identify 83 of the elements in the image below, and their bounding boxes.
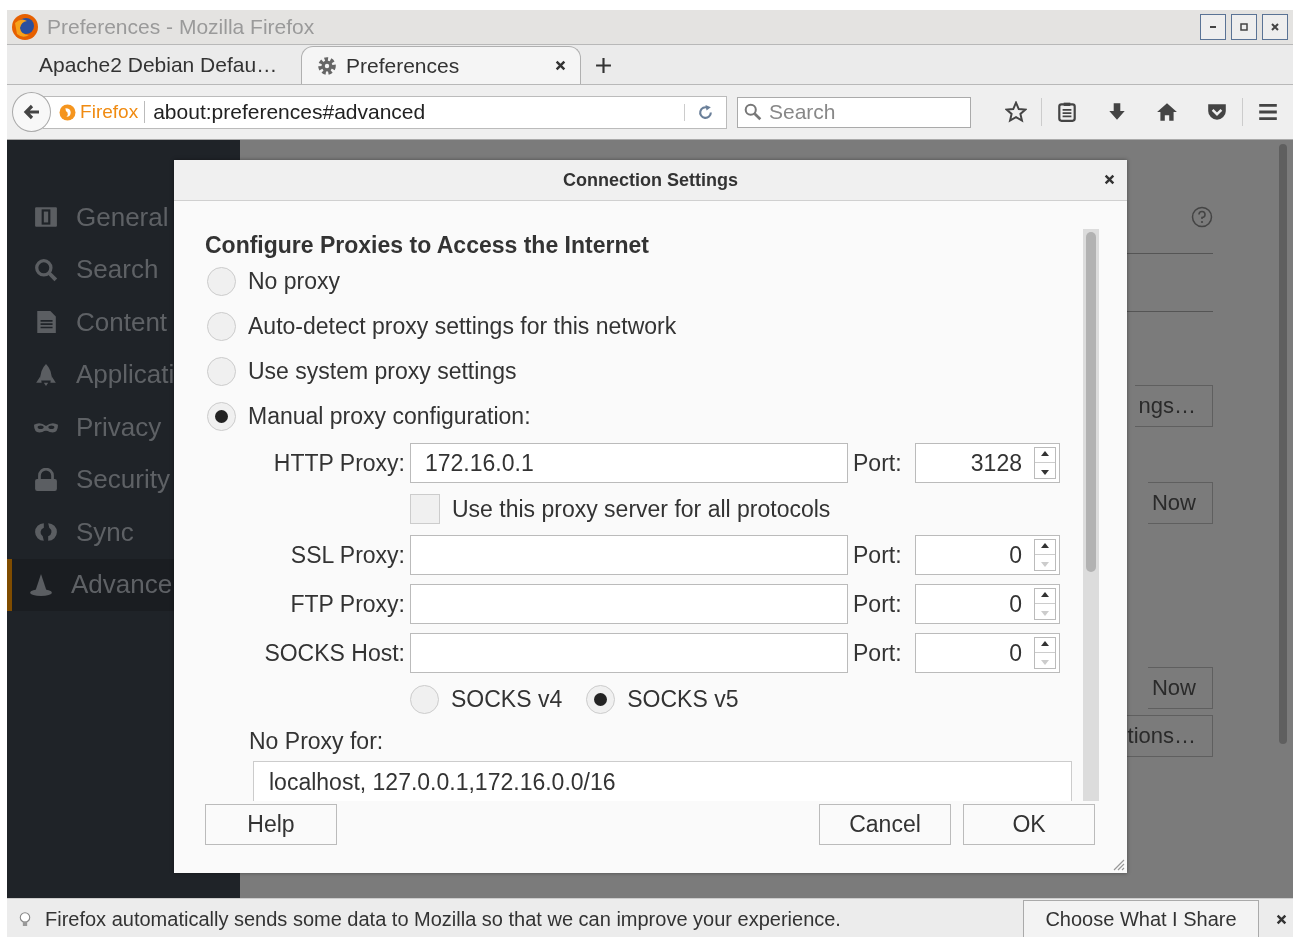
scrollbar-thumb[interactable] xyxy=(1086,232,1096,572)
choose-share-button[interactable]: Choose What I Share xyxy=(1023,899,1259,937)
help-button[interactable]: Help xyxy=(205,804,337,845)
port-spin-field[interactable]: 0 xyxy=(915,535,1060,575)
radio-button[interactable] xyxy=(207,267,236,296)
section-heading: Configure Proxies to Access the Internet xyxy=(205,231,650,259)
proxy-input-field[interactable] xyxy=(410,584,848,624)
menu-icon[interactable] xyxy=(1257,101,1279,123)
radio-button[interactable] xyxy=(207,312,236,341)
gear-icon xyxy=(316,54,338,77)
scrollbar-thumb[interactable] xyxy=(1279,144,1287,744)
back-button[interactable] xyxy=(12,92,52,132)
plus-icon[interactable] xyxy=(595,57,612,74)
minimize-button[interactable] xyxy=(1200,14,1226,40)
radio-button[interactable] xyxy=(410,684,439,714)
field-label: FTP Proxy: xyxy=(289,590,405,618)
lightbulb-icon xyxy=(19,910,31,929)
port-spin-field[interactable]: 0 xyxy=(915,584,1060,624)
proxy-input-field[interactable]: 172.16.0.1 xyxy=(410,443,848,483)
window-title: Preferences - Mozilla Firefox xyxy=(47,15,315,39)
pocket-icon[interactable] xyxy=(1206,101,1228,123)
field-label: HTTP Proxy: xyxy=(272,449,405,477)
port-spin-field[interactable]: 3128 xyxy=(915,443,1060,483)
radio-label[interactable]: Use system proxy settings xyxy=(248,358,517,385)
maximize-button[interactable] xyxy=(1231,14,1257,40)
radio-button[interactable] xyxy=(207,402,236,431)
no-proxy-text-area[interactable]: localhost, 127.0.0.1,172.16.0.0/16 xyxy=(253,761,1072,801)
mask-icon xyxy=(34,420,58,434)
radio-label[interactable]: Manual proxy configuration: xyxy=(248,403,531,430)
radio-label[interactable]: SOCKS v5 xyxy=(627,685,739,713)
dialog-title: Connection Settings xyxy=(563,169,738,191)
checkbox[interactable] xyxy=(410,494,440,524)
rocket-icon xyxy=(34,362,58,387)
url-text: about:preferences#advanced xyxy=(153,100,427,124)
ok-button[interactable]: OK xyxy=(963,804,1095,845)
close-icon[interactable] xyxy=(1104,174,1115,185)
spin-up-icon[interactable] xyxy=(1041,641,1049,647)
port-spin-field[interactable]: 0 xyxy=(915,633,1060,673)
spin-down-icon[interactable] xyxy=(1041,469,1049,475)
cancel-button[interactable]: Cancel xyxy=(819,804,951,845)
browser-logo-icon xyxy=(59,103,77,121)
field-label: Port: xyxy=(853,449,903,477)
close-icon[interactable] xyxy=(1276,914,1287,925)
radio-label[interactable]: Auto-detect proxy settings for this network xyxy=(248,313,677,340)
radio-label[interactable]: SOCKS v4 xyxy=(451,685,563,713)
maximize-icon xyxy=(1239,22,1249,32)
back-arrow-icon xyxy=(21,102,42,122)
radio-label[interactable]: No proxy xyxy=(248,268,341,295)
field-label: Port: xyxy=(853,541,903,569)
clipboard-icon[interactable] xyxy=(1056,101,1078,123)
field-label: SOCKS Host: xyxy=(263,639,405,667)
panel-icon xyxy=(34,205,58,230)
field-label: SSL Proxy: xyxy=(289,541,405,569)
close-icon[interactable] xyxy=(555,60,566,71)
minimize-icon xyxy=(1208,26,1218,28)
field-label: Port: xyxy=(853,639,903,667)
lock-icon xyxy=(34,467,58,492)
field-label: No Proxy for: xyxy=(249,728,385,754)
proxy-input-field[interactable] xyxy=(410,535,848,575)
browser-tab[interactable]: Apache2 Debian Defau… xyxy=(25,46,295,84)
checkbox-label[interactable]: Use this proxy server for all protocols xyxy=(452,495,831,523)
address-bar[interactable]: Firefox about:preferences#advanced xyxy=(43,95,727,129)
search-icon xyxy=(34,257,58,282)
close-button[interactable] xyxy=(1262,14,1288,40)
radio-button[interactable] xyxy=(207,357,236,386)
search-icon xyxy=(744,102,762,121)
search-field[interactable]: Search xyxy=(737,96,971,128)
notification-text: Firefox automatically sends some data to Mozilla so that we can improve your experience. xyxy=(45,908,841,931)
reload-icon[interactable] xyxy=(684,103,714,121)
proxy-input-field[interactable] xyxy=(410,633,848,673)
spin-up-icon[interactable] xyxy=(1041,592,1049,598)
browser-tab[interactable]: Preferences xyxy=(301,46,581,84)
field-label: Port: xyxy=(853,590,903,618)
identity-label: Firefox xyxy=(80,101,146,123)
document-icon xyxy=(34,310,58,335)
spin-up-icon[interactable] xyxy=(1041,451,1049,457)
home-icon[interactable] xyxy=(1156,101,1178,123)
resize-grip-icon[interactable] xyxy=(1111,857,1125,871)
radio-button[interactable] xyxy=(586,684,616,714)
browser-logo-icon xyxy=(11,13,39,41)
close-icon xyxy=(1270,22,1280,32)
star-icon[interactable] xyxy=(1005,101,1027,123)
spin-up-icon[interactable] xyxy=(1041,543,1049,549)
